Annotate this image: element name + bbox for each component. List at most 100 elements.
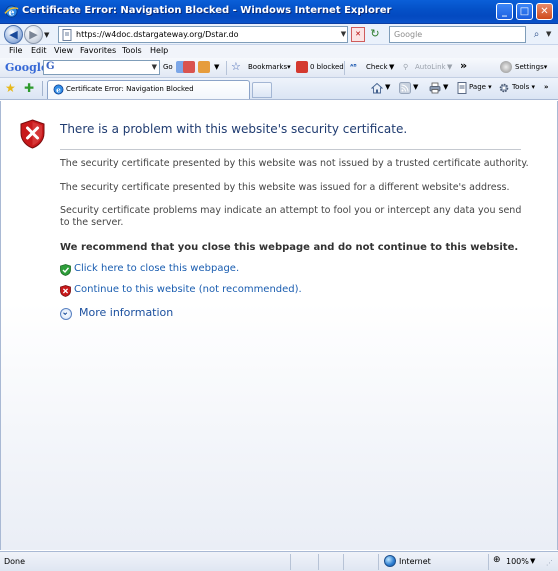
page-icon [62,29,72,41]
tab-row: ★ ✚ e Certificate Error: Navigation Bloc… [0,78,558,100]
settings-button[interactable]: Settings▾ [515,63,547,71]
green-shield-check-icon [60,264,71,276]
address-dropdown[interactable]: ▼ [338,27,349,42]
refresh-icon: ↻ [370,27,380,40]
tab-certificate-error[interactable]: e Certificate Error: Navigation Blocked [47,80,250,99]
autolink-icon: ⚲ [403,63,409,71]
recent-pages-dropdown[interactable]: ▼ [44,31,49,39]
resize-grip[interactable]: ⋰ [546,559,553,567]
url-text: https://w4doc.dstargateway.org/Dstar.do [76,30,239,39]
page-title: There is a problem with this website's s… [60,122,408,136]
minimize-button[interactable]: _ [496,3,513,20]
menu-favorites[interactable]: Favorites [80,46,116,55]
tab-row-separator [42,81,43,96]
certificate-error-button[interactable]: ✕ [351,27,365,42]
popup-icon[interactable] [183,61,195,73]
security-zone-label[interactable]: Internet [399,557,431,566]
google-options-dropdown[interactable]: ▼ [214,63,219,71]
zoom-dropdown[interactable]: ▼ [530,557,535,565]
certificate-error-icon: ✕ [355,30,361,38]
popup-blocker-icon [296,61,308,73]
google-logo: Google [5,61,48,74]
spellcheck-button[interactable]: Check [366,63,388,71]
tools-menu-button[interactable]: Tools ▾ [512,83,535,91]
toolbar-overflow-chevron-icon[interactable]: » [460,59,467,72]
continue-to-website-link[interactable]: Continue to this website (not recommende… [74,284,302,295]
address-input[interactable]: https://w4doc.dstargateway.org/Dstar.do [58,26,348,43]
zoom-magnifier-icon: ⊕ [493,555,501,565]
google-go-button[interactable]: Go [163,63,173,71]
menu-tools[interactable]: Tools [122,46,142,55]
favorites-center-star-icon[interactable]: ★ [5,81,16,95]
print-icon[interactable] [429,82,441,94]
google-search-dropdown[interactable]: ▼ [152,63,157,71]
shield-error-icon [20,119,45,149]
untrusted-authority-message: The security certificate presented by th… [60,158,529,169]
address-bar-row: ◀ ▶ ▼ https://w4doc.dstargateway.org/Dst… [0,24,558,45]
print-dropdown[interactable]: ▼ [443,83,448,91]
search-button[interactable]: ⌕ [529,27,544,42]
spellcheck-icon: ᴬᴮ [350,63,357,71]
maximize-button[interactable]: □ [516,3,533,20]
menu-help[interactable]: Help [150,46,168,55]
page-menu-button[interactable]: Page ▾ [469,83,492,91]
add-favorites-icon[interactable]: ✚ [24,81,34,95]
status-bar: Done Internet ⊕ 100% ▼ ⋰ [0,551,558,571]
status-divider [318,554,319,570]
svg-text:e: e [56,86,61,95]
search-icon: ⌕ [533,29,540,40]
google-g-icon: G [46,61,55,72]
command-bar-overflow-chevron-icon[interactable]: » [544,83,549,91]
status-text: Done [4,557,26,566]
new-tab-button[interactable] [252,82,272,98]
settings-wrench-icon [500,61,512,73]
zoom-level[interactable]: 100% [506,557,529,566]
toolbar-separator [226,61,227,75]
maximize-icon: □ [519,6,530,17]
feeds-icon[interactable] [399,82,411,94]
bookmark-star-icon: ☆ [231,60,241,73]
page-menu-icon [457,82,467,94]
highlight-icon[interactable] [198,61,210,73]
autolink-button[interactable]: AutoLink [415,63,446,71]
search-options-dropdown[interactable]: ▼ [546,30,551,38]
more-information-label[interactable]: More information [79,306,173,319]
internet-explorer-icon: e [4,5,19,18]
page-menu-label: Page [469,83,486,91]
status-divider [378,554,379,570]
bookmarks-button[interactable]: Bookmarks▾ [248,63,291,71]
internet-explorer-icon: e [53,84,64,95]
tools-gear-icon [499,83,509,93]
red-shield-x-icon [60,285,71,297]
close-webpage-link[interactable]: Click here to close this webpage. [74,263,239,274]
refresh-button[interactable]: ↻ [368,27,382,42]
forward-arrow-icon: ▶ [29,28,38,41]
menu-file[interactable]: File [9,46,22,55]
spellcheck-dropdown[interactable]: ▼ [389,63,394,71]
menu-edit[interactable]: Edit [31,46,47,55]
close-button[interactable]: ✕ [536,3,553,20]
status-divider [290,554,291,570]
page-content: There is a problem with this website's s… [0,101,558,550]
toolbar-separator [344,61,345,75]
divider [60,149,521,150]
internet-zone-globe-icon [384,555,396,567]
google-toolbar: Google G ▼ Go ▼ ☆ Bookmarks▾ 0 blocked ᴬ… [0,58,558,78]
home-icon[interactable] [371,82,383,94]
menu-bar: File Edit View Favorites Tools Help [0,45,558,58]
title-bar: e Certificate Error: Navigation Blocked … [0,0,558,24]
forward-button[interactable]: ▶ [24,25,43,44]
autolink-dropdown[interactable]: ▼ [447,63,452,71]
google-search-input[interactable]: G ▼ [43,60,160,75]
popup-blocked-count[interactable]: 0 blocked [310,63,344,71]
status-divider [488,554,489,570]
tools-menu-label: Tools [512,83,530,91]
back-arrow-icon: ◀ [9,28,18,41]
address-mismatch-message: The security certificate presented by th… [60,182,510,193]
search-input[interactable]: Google [389,26,526,43]
tab-label: Certificate Error: Navigation Blocked [66,85,194,93]
home-dropdown[interactable]: ▼ [385,83,390,91]
menu-view[interactable]: View [54,46,73,55]
feeds-dropdown[interactable]: ▼ [413,83,418,91]
back-button[interactable]: ◀ [4,25,23,44]
